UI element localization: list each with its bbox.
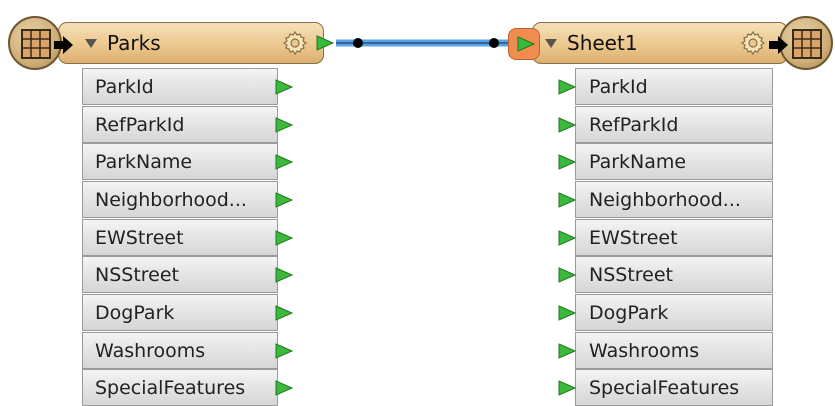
input-port-icon[interactable] bbox=[557, 342, 577, 360]
attribute-label: SpecialFeatures bbox=[589, 376, 740, 399]
attribute-label: EWStreet bbox=[95, 226, 184, 249]
writer-header[interactable]: Sheet1 bbox=[532, 22, 788, 64]
attribute-label: ParkName bbox=[95, 150, 193, 173]
attribute-label: DogPark bbox=[95, 301, 175, 324]
reader-attribute[interactable]: ParkId bbox=[82, 68, 278, 105]
gear-icon[interactable] bbox=[739, 29, 767, 57]
attribute-label: Neighborhood... bbox=[589, 188, 741, 211]
output-port-icon[interactable] bbox=[274, 379, 294, 397]
output-port-icon[interactable] bbox=[274, 266, 294, 284]
output-port-icon[interactable] bbox=[274, 304, 294, 322]
output-port-icon[interactable] bbox=[274, 78, 294, 96]
table-icon bbox=[21, 29, 51, 59]
writer-attribute[interactable]: EWStreet bbox=[575, 219, 773, 256]
input-port-icon[interactable] bbox=[557, 78, 577, 96]
input-arrow-icon bbox=[769, 36, 788, 54]
reader-attribute[interactable]: Neighborhood... bbox=[82, 181, 278, 218]
reader-attribute[interactable]: DogPark bbox=[82, 294, 278, 331]
reader-attribute[interactable]: SpecialFeatures bbox=[82, 369, 278, 406]
output-port-icon[interactable] bbox=[274, 116, 294, 134]
reader-attribute[interactable]: NSStreet bbox=[82, 256, 278, 293]
reader-header[interactable]: Parks bbox=[58, 22, 335, 64]
input-port-icon[interactable] bbox=[557, 116, 577, 134]
input-port-icon[interactable] bbox=[557, 153, 577, 171]
gear-icon[interactable] bbox=[281, 29, 309, 57]
writer-attribute[interactable]: NSStreet bbox=[575, 256, 773, 293]
attribute-label: DogPark bbox=[589, 301, 669, 324]
attribute-label: RefParkId bbox=[95, 113, 185, 136]
input-port-icon[interactable] bbox=[557, 304, 577, 322]
writer-attribute[interactable]: Washrooms bbox=[575, 332, 773, 369]
reader-attribute[interactable]: ParkName bbox=[82, 143, 278, 180]
writer-attribute[interactable]: ParkId bbox=[575, 68, 773, 105]
input-port-icon[interactable] bbox=[516, 35, 536, 53]
input-port-icon[interactable] bbox=[557, 229, 577, 247]
attribute-label: RefParkId bbox=[589, 113, 679, 136]
attribute-label: Washrooms bbox=[95, 339, 206, 362]
collapse-triangle-icon[interactable] bbox=[85, 39, 97, 48]
attribute-label: NSStreet bbox=[95, 263, 180, 286]
writer-attribute[interactable]: Neighborhood... bbox=[575, 181, 773, 218]
connection-vertex[interactable] bbox=[489, 38, 499, 48]
reader-title: Parks bbox=[107, 31, 161, 55]
attribute-label: SpecialFeatures bbox=[95, 376, 246, 399]
attribute-label: ParkId bbox=[95, 75, 154, 98]
input-port-icon[interactable] bbox=[557, 191, 577, 209]
output-arrow-icon bbox=[54, 36, 73, 54]
input-port-icon[interactable] bbox=[557, 379, 577, 397]
writer-attribute[interactable]: SpecialFeatures bbox=[575, 369, 773, 406]
output-port-icon[interactable] bbox=[274, 153, 294, 171]
workspace-canvas[interactable]: Parks ParkId RefParkId ParkName Neighbor… bbox=[0, 0, 835, 406]
input-port-highlight[interactable] bbox=[508, 28, 540, 60]
attribute-label: ParkId bbox=[589, 75, 648, 98]
attribute-label: Neighborhood... bbox=[95, 188, 247, 211]
output-port-icon[interactable] bbox=[274, 229, 294, 247]
writer-attribute[interactable]: DogPark bbox=[575, 294, 773, 331]
attribute-label: Washrooms bbox=[589, 339, 700, 362]
output-port-icon[interactable] bbox=[315, 34, 335, 52]
output-port-icon[interactable] bbox=[274, 191, 294, 209]
attribute-label: EWStreet bbox=[589, 226, 678, 249]
connection-vertex[interactable] bbox=[353, 38, 363, 48]
output-port-icon[interactable] bbox=[274, 342, 294, 360]
writer-attribute[interactable]: ParkName bbox=[575, 143, 773, 180]
collapse-triangle-icon[interactable] bbox=[545, 39, 557, 48]
reader-attribute[interactable]: RefParkId bbox=[82, 106, 278, 143]
reader-attribute[interactable]: EWStreet bbox=[82, 219, 278, 256]
attribute-label: NSStreet bbox=[589, 263, 674, 286]
attribute-label: ParkName bbox=[589, 150, 687, 173]
writer-attribute[interactable]: RefParkId bbox=[575, 106, 773, 143]
table-icon bbox=[792, 29, 822, 59]
reader-attribute[interactable]: Washrooms bbox=[82, 332, 278, 369]
input-port-icon[interactable] bbox=[557, 266, 577, 284]
writer-title: Sheet1 bbox=[567, 31, 638, 55]
